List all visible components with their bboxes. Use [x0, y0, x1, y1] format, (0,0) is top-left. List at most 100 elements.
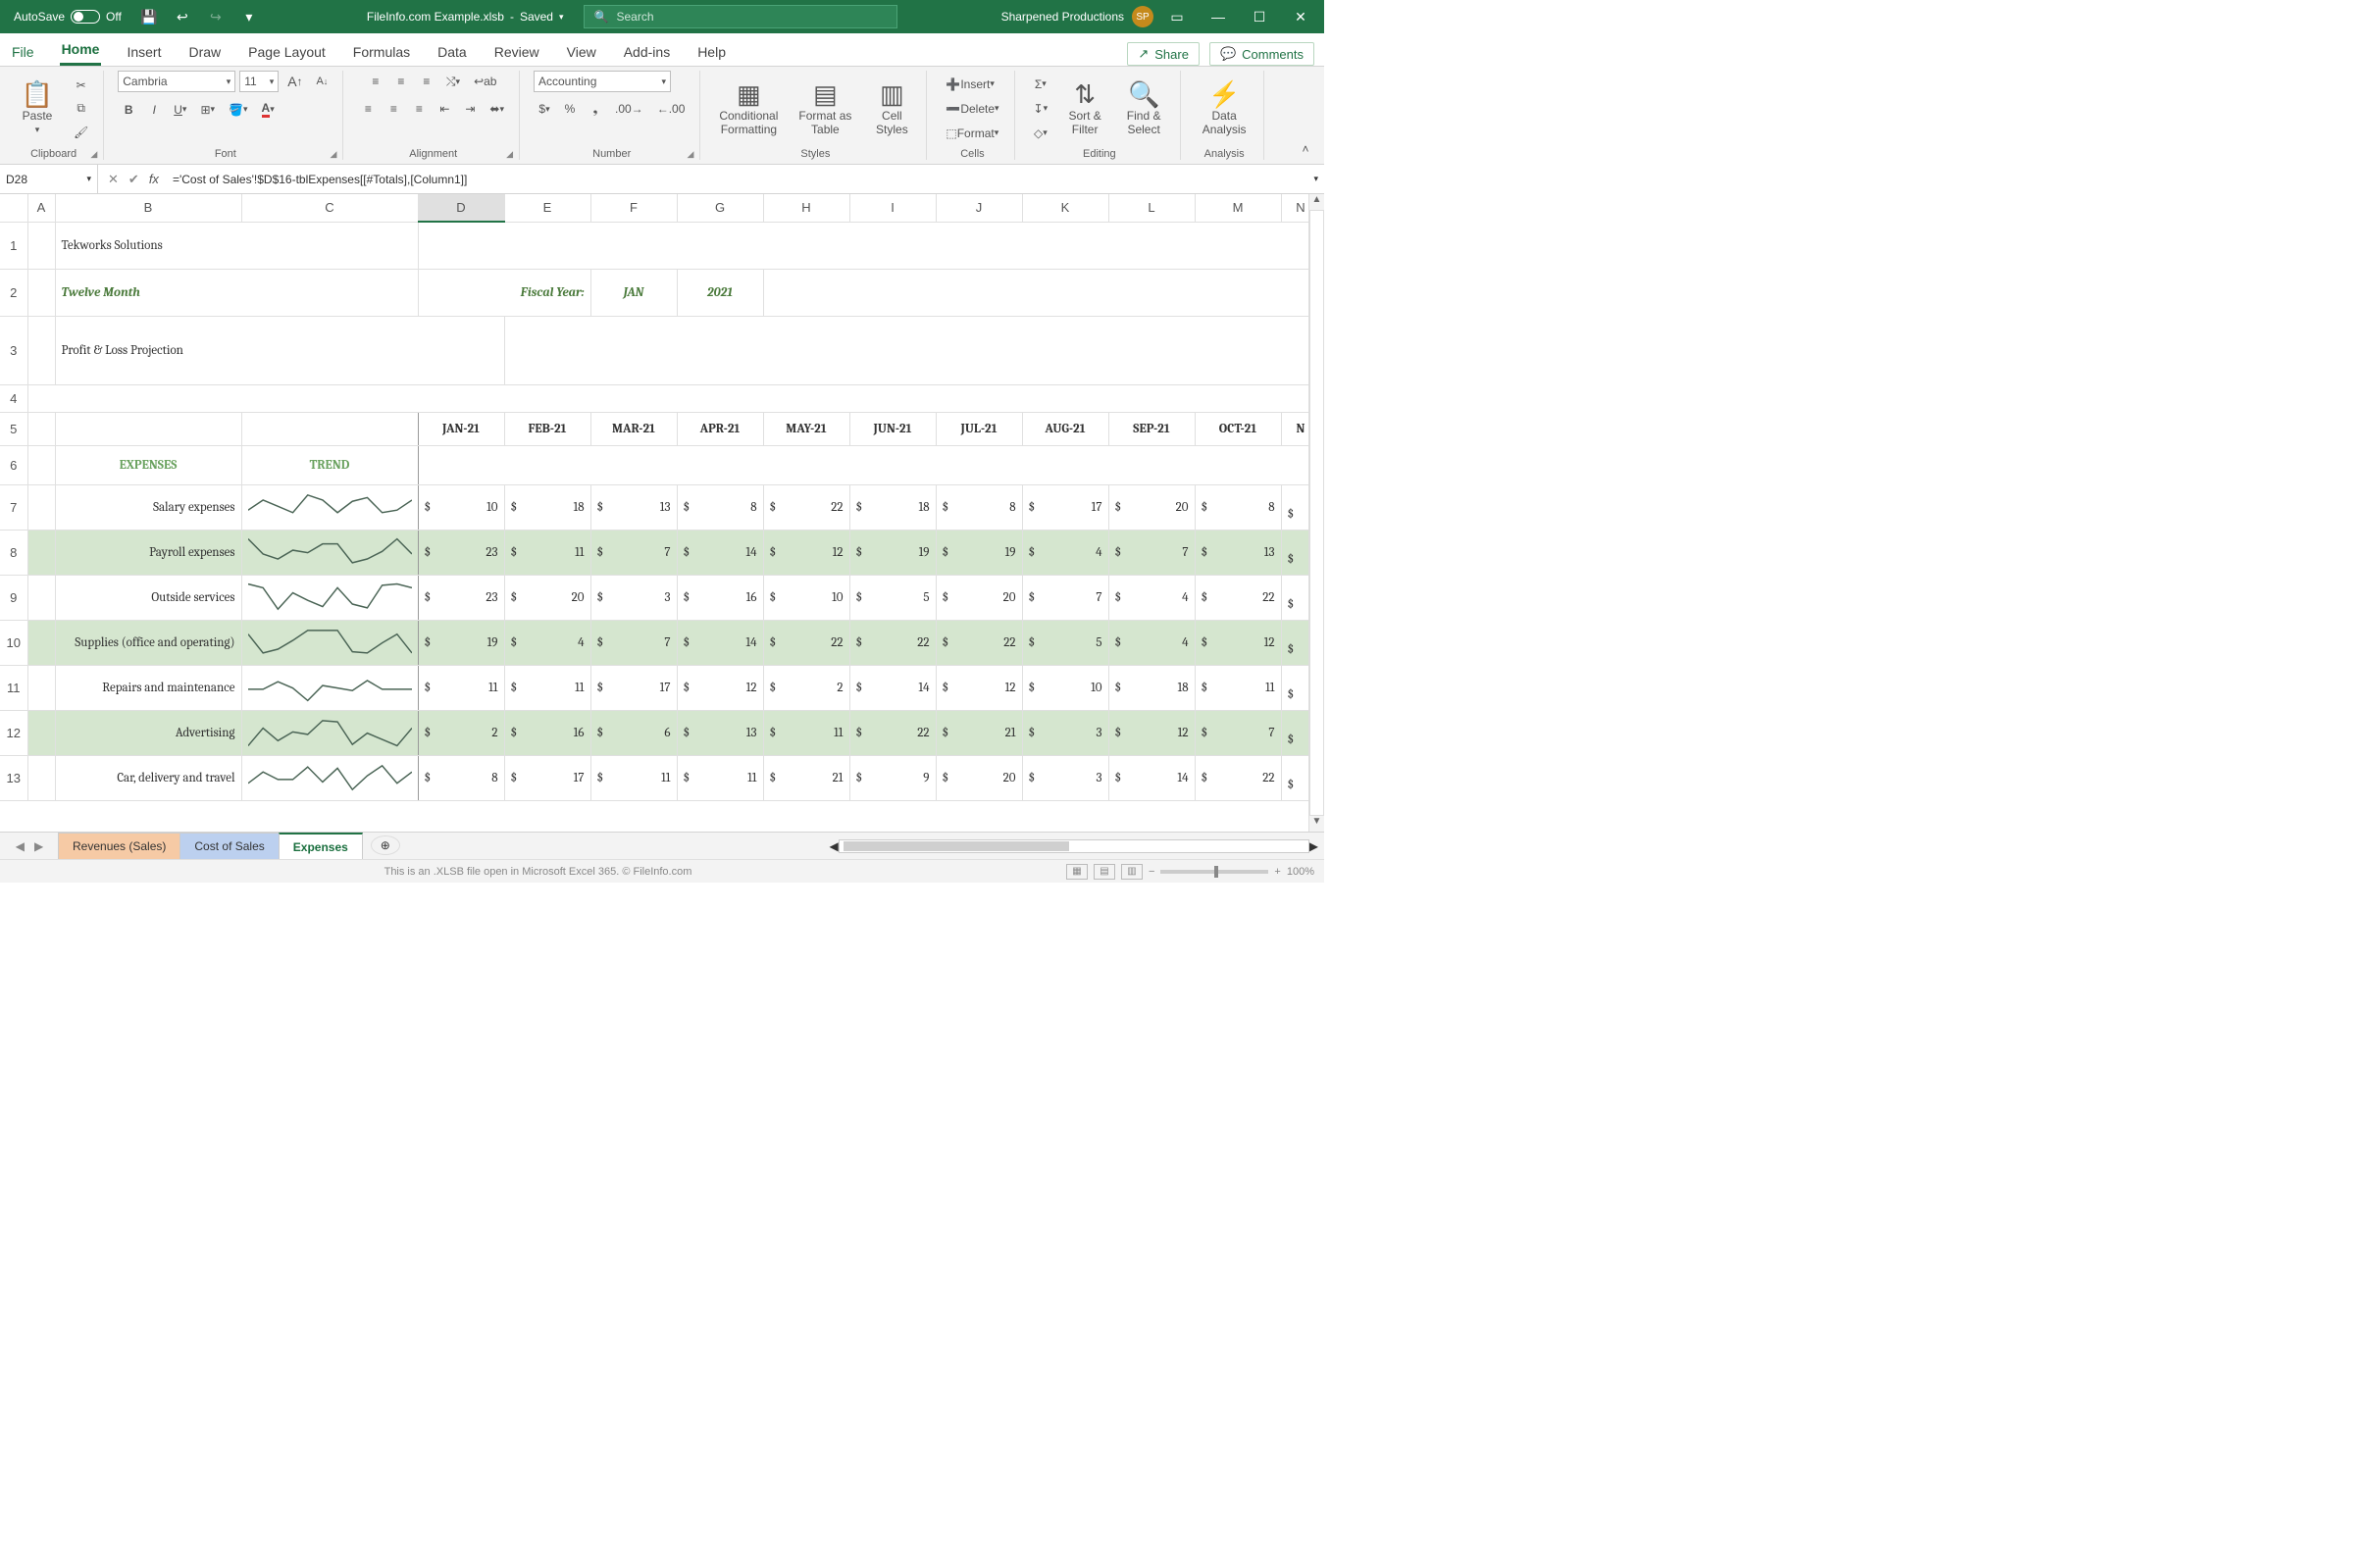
- increase-indent-icon[interactable]: ⇥: [459, 98, 481, 120]
- cell[interactable]: $7: [1108, 530, 1195, 575]
- font-name-select[interactable]: Cambria▾: [118, 71, 235, 92]
- fx-icon[interactable]: fx: [149, 172, 167, 186]
- dialog-launcher-icon[interactable]: ◢: [330, 149, 336, 160]
- row-header[interactable]: 4: [0, 384, 27, 412]
- align-middle-icon[interactable]: ≡: [390, 71, 412, 92]
- share-button[interactable]: ↗Share: [1127, 42, 1200, 66]
- cell[interactable]: $10: [763, 575, 849, 620]
- cut-icon[interactable]: ✂: [71, 75, 92, 96]
- cell[interactable]: $18: [504, 484, 590, 530]
- close-icon[interactable]: ✕: [1283, 9, 1318, 25]
- dialog-launcher-icon[interactable]: ◢: [90, 149, 97, 160]
- row-header[interactable]: 10: [0, 620, 27, 665]
- cell[interactable]: $22: [849, 620, 936, 665]
- document-title[interactable]: FileInfo.com Example.xlsb - Saved ▾: [367, 10, 564, 24]
- sheet-tab-revenues[interactable]: Revenues (Sales): [58, 833, 180, 859]
- account-button[interactable]: Sharpened Productions SP: [1001, 6, 1153, 27]
- cell[interactable]: $9: [849, 755, 936, 800]
- ribbon-display-icon[interactable]: ▭: [1159, 9, 1195, 25]
- maximize-icon[interactable]: ☐: [1242, 9, 1277, 25]
- align-center-icon[interactable]: ≡: [383, 98, 404, 120]
- row-header[interactable]: 3: [0, 316, 27, 384]
- cell-styles-button[interactable]: ▥Cell Styles: [867, 81, 916, 136]
- cell[interactable]: $17: [590, 665, 677, 710]
- cell[interactable]: $2: [418, 710, 504, 755]
- comments-button[interactable]: 💬Comments: [1209, 42, 1314, 66]
- align-bottom-icon[interactable]: ≡: [416, 71, 437, 92]
- data-analysis-button[interactable]: ⚡Data Analysis: [1195, 81, 1254, 136]
- minimize-icon[interactable]: ―: [1201, 9, 1236, 25]
- cell[interactable]: $11: [504, 530, 590, 575]
- horizontal-scrollbar[interactable]: ◀ ▶: [408, 833, 1324, 859]
- cell[interactable]: $11: [590, 755, 677, 800]
- tab-review[interactable]: Review: [492, 38, 541, 66]
- increase-decimal-icon[interactable]: .00→: [610, 98, 648, 120]
- col-header[interactable]: M: [1195, 194, 1281, 222]
- new-sheet-button[interactable]: ⊕: [371, 835, 400, 855]
- row-header[interactable]: 2: [0, 269, 27, 316]
- cell[interactable]: $17: [1022, 484, 1108, 530]
- autosum-icon[interactable]: Σ▾: [1030, 74, 1051, 95]
- conditional-formatting-button[interactable]: ▦Conditional Formatting: [714, 81, 783, 136]
- cell[interactable]: $12: [1195, 620, 1281, 665]
- col-header[interactable]: L: [1108, 194, 1195, 222]
- cell[interactable]: $12: [763, 530, 849, 575]
- cell[interactable]: $17: [504, 755, 590, 800]
- cell[interactable]: $3: [1022, 755, 1108, 800]
- cell[interactable]: $8: [418, 755, 504, 800]
- comma-format-icon[interactable]: ❟: [585, 98, 606, 120]
- select-all-corner[interactable]: [0, 194, 27, 222]
- bold-button[interactable]: B: [118, 98, 139, 121]
- row-header[interactable]: 7: [0, 484, 27, 530]
- copy-icon[interactable]: ⧉: [71, 98, 92, 120]
- row-header[interactable]: 8: [0, 530, 27, 575]
- dialog-launcher-icon[interactable]: ◢: [506, 149, 513, 160]
- cell[interactable]: $3: [590, 575, 677, 620]
- cell[interactable]: $4: [1022, 530, 1108, 575]
- sheet-tab-expenses[interactable]: Expenses: [279, 833, 363, 859]
- decrease-decimal-icon[interactable]: ←.00: [652, 98, 691, 120]
- row-header[interactable]: 1: [0, 222, 27, 269]
- cell[interactable]: $14: [1108, 755, 1195, 800]
- cell[interactable]: $10: [418, 484, 504, 530]
- decrease-indent-icon[interactable]: ⇤: [434, 98, 455, 120]
- row-header[interactable]: 5: [0, 412, 27, 445]
- cell[interactable]: $20: [936, 575, 1022, 620]
- col-header[interactable]: C: [241, 194, 418, 222]
- cell[interactable]: $13: [677, 710, 763, 755]
- increase-font-icon[interactable]: A↑: [282, 71, 307, 92]
- tab-home[interactable]: Home: [60, 35, 102, 66]
- cell[interactable]: $18: [1108, 665, 1195, 710]
- cell[interactable]: $11: [418, 665, 504, 710]
- fill-color-button[interactable]: 🪣▾: [224, 98, 252, 121]
- col-header[interactable]: F: [590, 194, 677, 222]
- autosave-toggle[interactable]: AutoSave Off: [6, 10, 129, 24]
- accounting-format-icon[interactable]: $▾: [534, 98, 555, 120]
- insert-cells-button[interactable]: ➕ Insert ▾: [941, 74, 999, 95]
- cell[interactable]: $: [1281, 484, 1308, 530]
- tab-addins[interactable]: Add-ins: [622, 38, 672, 66]
- tab-file[interactable]: File: [10, 38, 36, 66]
- cell[interactable]: $18: [849, 484, 936, 530]
- sheet-tab-cost[interactable]: Cost of Sales: [179, 833, 279, 859]
- cell[interactable]: $7: [1195, 710, 1281, 755]
- col-header[interactable]: A: [27, 194, 55, 222]
- zoom-level[interactable]: 100%: [1287, 866, 1314, 878]
- scroll-left-icon[interactable]: ◀: [830, 839, 839, 853]
- dialog-launcher-icon[interactable]: ◢: [687, 149, 693, 160]
- border-button[interactable]: ⊞▾: [195, 98, 220, 121]
- search-input[interactable]: 🔍 Search: [584, 5, 897, 28]
- formula-input[interactable]: ='Cost of Sales'!$D$16-tblExpenses[[#Tot…: [167, 173, 1308, 186]
- merge-center-icon[interactable]: ⬌▾: [485, 98, 509, 120]
- cell[interactable]: $8: [1195, 484, 1281, 530]
- tab-page-layout[interactable]: Page Layout: [246, 38, 328, 66]
- col-header[interactable]: E: [504, 194, 590, 222]
- col-header[interactable]: N: [1281, 194, 1308, 222]
- cell[interactable]: $22: [763, 484, 849, 530]
- cell[interactable]: $13: [590, 484, 677, 530]
- cell[interactable]: $20: [936, 755, 1022, 800]
- format-as-table-button[interactable]: ▤Format as Table: [791, 81, 859, 136]
- tab-view[interactable]: View: [565, 38, 598, 66]
- cell[interactable]: $11: [677, 755, 763, 800]
- decrease-font-icon[interactable]: A↓: [311, 71, 333, 92]
